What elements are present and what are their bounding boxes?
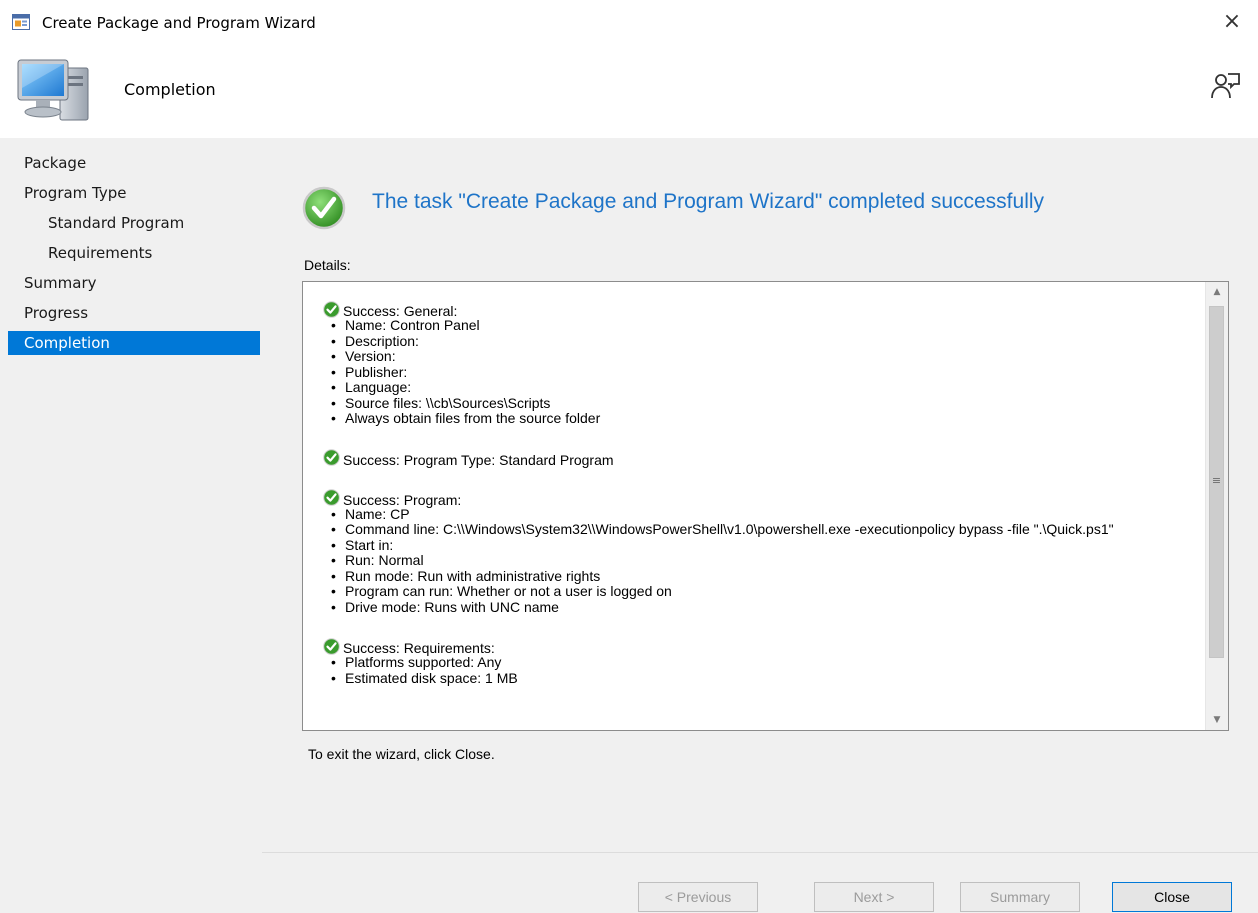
success-message: The task "Create Package and Program Wiz… <box>372 190 1045 213</box>
sidebar-item-completion[interactable]: Completion <box>8 331 260 355</box>
window-title: Create Package and Program Wizard <box>42 14 316 32</box>
main-content: The task "Create Package and Program Wiz… <box>262 138 1258 913</box>
exit-instructions: To exit the wizard, click Close. <box>308 746 495 762</box>
sidebar-item-program-type[interactable]: Program Type <box>24 184 127 202</box>
list-item: Start in: <box>331 537 1203 554</box>
details-label: Details: <box>304 257 351 273</box>
details-scrollbar[interactable]: ▲ ≡ ▼ <box>1205 282 1228 730</box>
close-window-button[interactable]: × <box>1218 8 1246 36</box>
sidebar-item-standard-program[interactable]: Standard Program <box>48 214 184 232</box>
list-item: Version: <box>331 348 1203 365</box>
list-item: Always obtain files from the source fold… <box>331 410 1203 427</box>
success-check-icon <box>302 186 346 230</box>
sidebar-item-requirements[interactable]: Requirements <box>48 244 152 262</box>
summary-button[interactable]: Summary <box>960 882 1080 912</box>
list-item: Name: CP <box>331 506 1203 523</box>
scroll-grip-icon: ≡ <box>1211 474 1222 487</box>
list-item: Description: <box>331 333 1203 350</box>
success-check-icon <box>323 300 340 318</box>
wizard-app-icon <box>12 14 30 30</box>
section-heading: Success: Program Type: Standard Program <box>343 451 614 468</box>
list-item: Platforms supported: Any <box>331 654 1203 671</box>
sidebar-item-package[interactable]: Package <box>24 154 86 172</box>
title-bar: Create Package and Program Wizard × <box>0 0 1258 44</box>
details-section-program: Success: Program: Name: CP Command line:… <box>323 489 1203 616</box>
close-icon: × <box>1222 9 1242 34</box>
details-section-general: Success: General: Name: Contron Panel De… <box>323 300 1203 427</box>
previous-button[interactable]: < Previous <box>638 882 758 912</box>
list-item: Language: <box>331 379 1203 396</box>
details-section-requirements: Success: Requirements: Platforms support… <box>323 637 1203 686</box>
list-item: Name: Contron Panel <box>331 317 1203 334</box>
list-item: Program can run: Whether or not a user i… <box>331 583 1203 600</box>
next-button[interactable]: Next > <box>814 882 934 912</box>
sidebar-item-summary[interactable]: Summary <box>24 274 97 292</box>
success-check-icon <box>323 637 340 655</box>
details-section-program-type: Success: Program Type: Standard Program <box>323 449 1203 467</box>
scroll-up-arrow-icon[interactable]: ▲ <box>1206 282 1228 302</box>
scroll-thumb[interactable]: ≡ <box>1209 306 1224 658</box>
list-item: Estimated disk space: 1 MB <box>331 670 1203 687</box>
list-item: Source files: \\cb\Sources\Scripts <box>331 395 1203 412</box>
list-item: Drive mode: Runs with UNC name <box>331 599 1203 616</box>
details-textbox[interactable]: Success: General: Name: Contron Panel De… <box>302 281 1229 731</box>
close-button[interactable]: Close <box>1112 882 1232 912</box>
list-item: Run mode: Run with administrative rights <box>331 568 1203 585</box>
success-check-icon <box>323 449 340 466</box>
page-title: Completion <box>124 80 216 99</box>
wizard-steps-sidebar: Package Program Type Standard Program Re… <box>0 138 262 913</box>
help-person-icon[interactable] <box>1210 70 1242 102</box>
list-item: Run: Normal <box>331 552 1203 569</box>
scroll-down-arrow-icon[interactable]: ▼ <box>1206 710 1228 730</box>
wizard-header: Completion <box>0 44 1258 138</box>
computer-icon <box>17 59 89 121</box>
list-item: Publisher: <box>331 364 1203 381</box>
list-item: Command line: C:\\Windows\System32\\Wind… <box>331 521 1165 538</box>
sidebar-item-progress[interactable]: Progress <box>24 304 88 322</box>
footer-divider <box>262 852 1258 853</box>
details-content: Success: General: Name: Contron Panel De… <box>323 300 1203 708</box>
success-check-icon <box>323 489 340 506</box>
